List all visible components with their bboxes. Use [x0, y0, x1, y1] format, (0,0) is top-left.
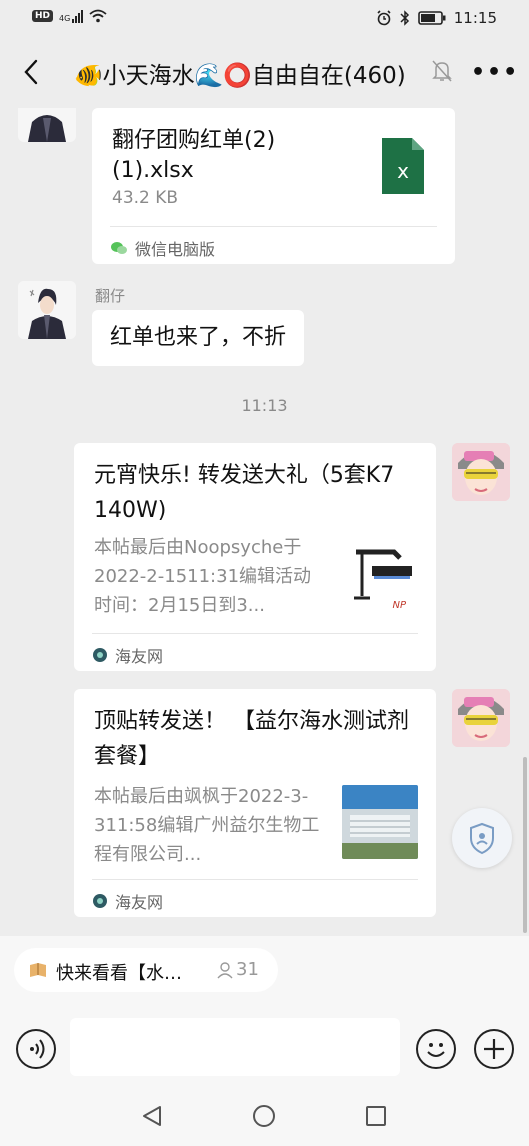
chat-title: 🐠小天海水🌊⭕自由自在(460) — [74, 63, 406, 89]
more-options-icon[interactable]: ••• — [471, 60, 519, 85]
file-name: 翻仔团购红单(2)(1).xlsx — [112, 128, 276, 183]
card-source: 海友网 — [92, 889, 163, 913]
haiyou-logo-icon — [93, 648, 107, 662]
signal-icon: 4G — [59, 9, 84, 23]
link-thumbnail: NP — [348, 546, 418, 616]
file-size: 43.2 KB — [112, 188, 179, 208]
pinned-count: 31 — [236, 959, 259, 980]
scrollbar[interactable] — [523, 757, 527, 933]
more-functions-button[interactable] — [474, 1029, 514, 1069]
card-divider — [110, 226, 437, 227]
chat-header: 🐠小天海水🌊⭕自由自在(460) ••• — [0, 36, 529, 108]
shield-icon — [470, 822, 494, 855]
nav-recents-icon[interactable] — [364, 1104, 388, 1128]
card-source: 海友网 — [92, 643, 163, 667]
alarm-icon — [377, 10, 391, 26]
link-desc: 本帖最后由飒枫于2022-3-311:58编辑广州益尔生物工程有限公司... — [94, 786, 320, 865]
pinned-message-chip[interactable]: 快来看看【水… 31 — [14, 948, 278, 992]
timestamp: 11:13 — [241, 396, 288, 415]
avatar-self[interactable] — [452, 689, 510, 747]
card-divider — [92, 879, 418, 880]
pinned-book-icon — [30, 963, 46, 977]
security-shield-button[interactable] — [452, 808, 512, 868]
sender-name: 翻仔 — [95, 287, 126, 305]
nav-back-icon[interactable] — [140, 1104, 164, 1128]
voice-icon — [30, 1039, 45, 1059]
emoji-icon — [427, 1043, 445, 1057]
plus-icon — [484, 1039, 504, 1059]
text-message-bubble[interactable]: 红单也来了，不折 — [92, 310, 305, 366]
avatar-fanzai[interactable] — [18, 281, 76, 339]
battery-icon — [417, 11, 446, 25]
system-nav-bar — [0, 1084, 529, 1146]
svg-text:x: x — [397, 159, 409, 183]
avatar-fanzai[interactable] — [18, 108, 76, 142]
link-message-card[interactable]: 元宵快乐! 转发送大礼（5套K7 140W) 本帖最后由Noopsyche于20… — [74, 443, 436, 671]
card-divider — [92, 633, 418, 634]
avatar-self[interactable] — [452, 443, 510, 501]
emoji-button[interactable] — [416, 1029, 456, 1069]
status-bar: HD 4G 11:15 — [0, 0, 529, 36]
link-title: 元宵快乐! 转发送大礼（5套K7 140W) — [94, 463, 395, 523]
hd-badge: HD — [32, 10, 54, 22]
excel-file-icon: x — [382, 138, 424, 194]
pinned-text: 快来看看【水… — [56, 963, 182, 984]
link-thumbnail — [342, 785, 418, 859]
bluetooth-icon — [400, 10, 409, 26]
person-icon — [217, 962, 233, 979]
wifi-icon — [89, 9, 107, 23]
message-input[interactable] — [70, 1018, 400, 1076]
nav-home-icon[interactable] — [252, 1104, 276, 1128]
svg-text:NP: NP — [392, 600, 406, 611]
haiyou-logo-icon — [93, 894, 107, 908]
link-title: 顶贴转发送！ 【益尔海水测试剂套餐】 — [94, 709, 409, 769]
link-message-card[interactable]: 顶贴转发送！ 【益尔海水测试剂套餐】 本帖最后由飒枫于2022-3-311:58… — [74, 689, 436, 917]
file-message-card[interactable]: 翻仔团购红单(2)(1).xlsx 43.2 KB x 微信电脑版 — [92, 108, 455, 264]
wechat-pc-icon — [111, 242, 127, 254]
voice-input-button[interactable] — [16, 1029, 56, 1069]
link-desc: 本帖最后由Noopsyche于2022-2-1511:31编辑活动时间：2月15… — [94, 537, 312, 616]
clock: 11:15 — [453, 9, 497, 27]
mute-bell-icon — [432, 60, 452, 82]
card-source: 微信电脑版 — [110, 236, 215, 260]
back-arrow-icon[interactable] — [18, 54, 48, 90]
